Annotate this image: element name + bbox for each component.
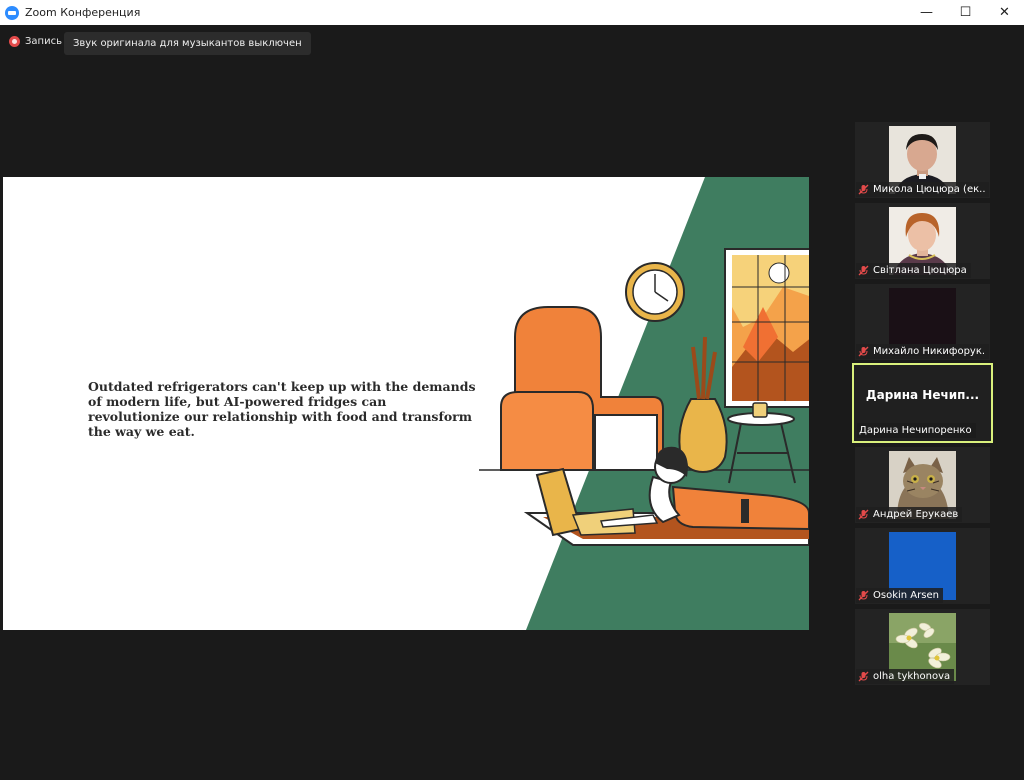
minimize-button[interactable]: — xyxy=(907,0,946,25)
participant-name: Андрей Ерукаев xyxy=(873,509,959,520)
window-titlebar: Zoom Конференция — ☐ ✕ xyxy=(0,0,1024,25)
slide-text: Outdated refrigerators can't keep up wit… xyxy=(88,379,476,439)
participant-tile[interactable]: Михайло Никифорук... xyxy=(855,284,990,360)
participant-nameplate: Михайло Никифорук... xyxy=(856,344,989,359)
maximize-button[interactable]: ☐ xyxy=(946,0,985,25)
participant-nameplate: olha tykhonova xyxy=(856,669,955,684)
participant-nameplate: Світлана Цюцюра xyxy=(856,263,971,278)
participant-nameplate: Osokin Arsen xyxy=(856,588,943,603)
participant-nameplate: Андрей Ерукаев xyxy=(856,507,963,522)
muted-mic-icon xyxy=(858,671,869,682)
participant-display-name: Дарина Нечип... xyxy=(865,388,980,402)
participant-name: Світлана Цюцюра xyxy=(873,265,967,276)
participant-nameplate: Микола Цюцюра (ек... xyxy=(856,182,989,197)
participant-name: Osokin Arsen xyxy=(873,590,939,601)
close-button[interactable]: ✕ xyxy=(985,0,1024,25)
zoom-logo-icon xyxy=(5,5,19,20)
participant-name: olha tykhonova xyxy=(873,671,951,682)
original-sound-button[interactable]: Звук оригинала для музыкантов выключен xyxy=(64,32,311,55)
participant-tile[interactable]: Микола Цюцюра (ек... xyxy=(855,122,990,198)
window-controls: — ☐ ✕ xyxy=(907,0,1024,25)
participant-name: Микола Цюцюра (ек... xyxy=(873,184,985,195)
participant-tile[interactable]: Андрей Ерукаев xyxy=(855,447,990,523)
recording-label: Запись xyxy=(25,36,62,47)
participant-name: Михайло Никифорук... xyxy=(873,346,985,357)
muted-mic-icon xyxy=(858,184,869,195)
record-icon xyxy=(9,36,20,47)
participant-tile[interactable]: olha tykhonova xyxy=(855,609,990,685)
muted-mic-icon xyxy=(858,590,869,601)
participant-nameplate: Дарина Нечипоренко xyxy=(857,423,976,438)
participant-tile-active-speaker[interactable]: Дарина Нечип... Дарина Нечипоренко xyxy=(852,363,993,443)
shared-screen: Outdated refrigerators can't keep up wit… xyxy=(3,177,809,630)
window-title: Zoom Конференция xyxy=(25,6,141,19)
participant-tile[interactable]: Osokin Arsen xyxy=(855,528,990,604)
participant-tile[interactable]: Світлана Цюцюра xyxy=(855,203,990,279)
muted-mic-icon xyxy=(858,346,869,357)
muted-mic-icon xyxy=(858,509,869,520)
muted-mic-icon xyxy=(858,265,869,276)
recording-indicator[interactable]: Запись xyxy=(9,36,62,47)
participant-name: Дарина Нечипоренко xyxy=(859,425,972,436)
